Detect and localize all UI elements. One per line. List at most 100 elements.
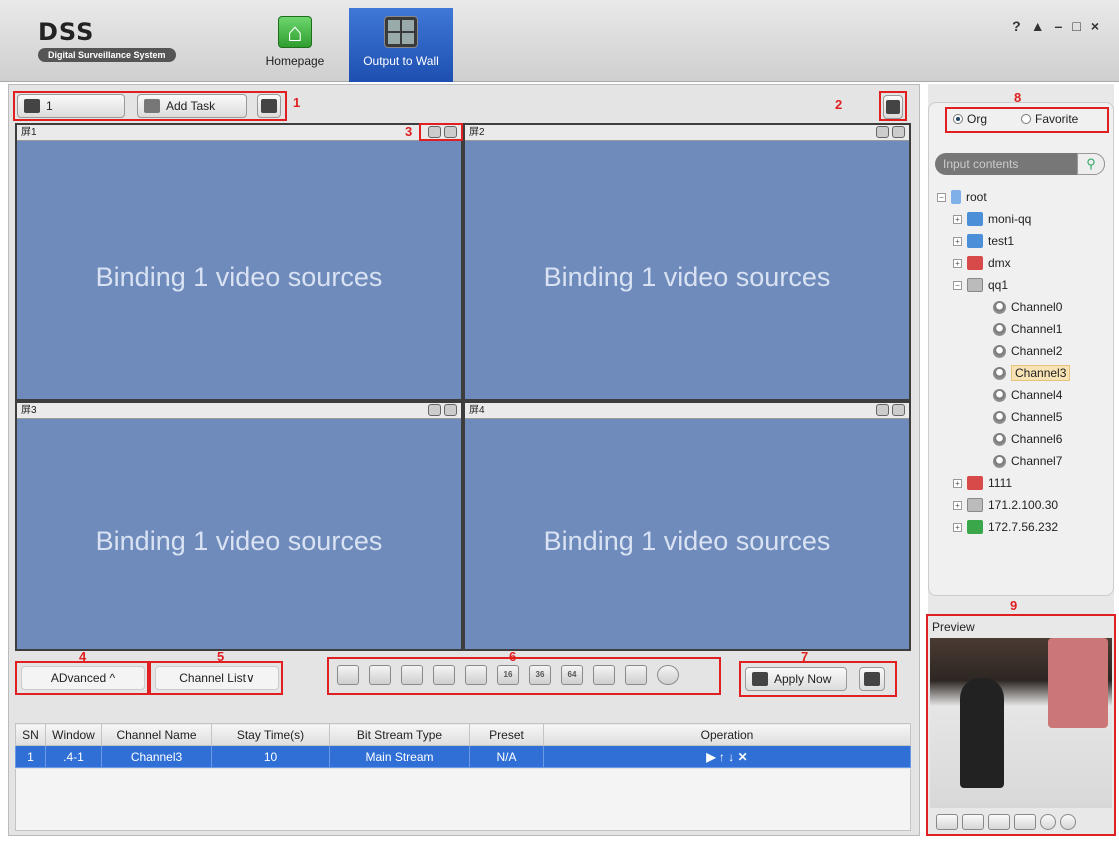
minimize-icon[interactable]: – bbox=[1055, 18, 1073, 34]
tree-node-ip1[interactable]: +171.2.100.30 bbox=[953, 495, 1058, 515]
apply-now-button[interactable]: Apply Now bbox=[745, 667, 847, 691]
table-header-row: SN Window Channel Name Stay Time(s) Bit … bbox=[15, 723, 911, 746]
binding-text: Binding 1 video sources bbox=[543, 526, 831, 556]
power-icon[interactable] bbox=[657, 665, 679, 685]
tree-node-test1[interactable]: + test1 bbox=[953, 231, 1014, 251]
tree-label: qq1 bbox=[988, 278, 1009, 292]
tree-label: Channel1 bbox=[1011, 322, 1063, 336]
close-icon[interactable]: × bbox=[1091, 18, 1109, 34]
screen-settings-icon[interactable] bbox=[444, 404, 457, 416]
preview-video[interactable] bbox=[930, 638, 1112, 808]
clear-screen-button[interactable] bbox=[625, 665, 647, 685]
screen-3[interactable]: 屏3 Binding 1 video sources bbox=[15, 401, 463, 651]
radio-dot-icon bbox=[953, 114, 963, 124]
nav-output-to-wall[interactable]: Output to Wall bbox=[349, 8, 453, 82]
task-table: SN Window Channel Name Stay Time(s) Bit … bbox=[15, 723, 911, 768]
screen-name: 屏4 bbox=[469, 405, 485, 416]
tree-channel[interactable]: Channel4 bbox=[993, 385, 1062, 405]
cell-stream[interactable]: Main Stream bbox=[329, 745, 470, 768]
tree-channel[interactable]: Channel6 bbox=[993, 429, 1062, 449]
marker-2: 2 bbox=[835, 97, 843, 112]
camera-icon bbox=[993, 366, 1006, 380]
screen-4[interactable]: 屏4 Binding 1 video sources bbox=[463, 401, 911, 651]
split-layout-button[interactable] bbox=[883, 95, 903, 119]
col-channel-name: Channel Name bbox=[101, 723, 212, 746]
cell-operation[interactable]: ▶ ↑ ↓ ✕ bbox=[543, 745, 911, 768]
binding-text: Binding 1 video sources bbox=[95, 262, 383, 292]
radio-org[interactable]: Org bbox=[953, 112, 987, 126]
tree-node-moni-qq[interactable]: + moni-qq bbox=[953, 209, 1031, 229]
nav-homepage[interactable]: Homepage bbox=[258, 8, 332, 82]
lock-icon[interactable]: ▲ bbox=[1031, 18, 1055, 34]
screen-settings-icon[interactable] bbox=[892, 404, 905, 416]
search-input[interactable] bbox=[943, 156, 1071, 172]
screen-loop-icon[interactable] bbox=[876, 404, 889, 416]
camera-icon bbox=[993, 432, 1006, 446]
advanced-toggle[interactable]: ADvanced ^ bbox=[21, 666, 145, 690]
layout-64-button[interactable]: 64 bbox=[561, 665, 583, 685]
screen-loop-icon[interactable] bbox=[876, 126, 889, 138]
video-wall-icon bbox=[384, 16, 418, 48]
top-bar: DSS Digital Surveillance System Homepage… bbox=[0, 0, 1119, 82]
tree-node-qq1[interactable]: − qq1 bbox=[953, 275, 1008, 295]
zoom-in-icon[interactable] bbox=[988, 814, 1010, 830]
layout-16-button[interactable]: 16 bbox=[497, 665, 519, 685]
tree-label: 172.7.56.232 bbox=[988, 520, 1059, 534]
col-stay-time[interactable]: Stay Time(s) bbox=[211, 723, 330, 746]
search-icon[interactable]: ⚲ bbox=[1077, 153, 1105, 175]
screen-header: 屏3 bbox=[17, 403, 461, 419]
right-panel: 8 Org Favorite ⚲ −root +moni-qq +test1 +… bbox=[926, 84, 1116, 836]
screen-1[interactable]: 屏1 Binding 1 video sources bbox=[15, 123, 463, 401]
snapshot-icon[interactable] bbox=[936, 814, 958, 830]
nav-homepage-label: Homepage bbox=[265, 54, 325, 68]
record-icon[interactable] bbox=[962, 814, 984, 830]
channel-list-toggle[interactable]: Channel List∨ bbox=[155, 666, 279, 690]
tree-channel[interactable]: Channel5 bbox=[993, 407, 1062, 427]
tree-channel[interactable]: Channel2 bbox=[993, 341, 1062, 361]
tree-label: Channel4 bbox=[1011, 388, 1063, 402]
screen-2[interactable]: 屏2 Binding 1 video sources bbox=[463, 123, 911, 401]
device-icon bbox=[967, 498, 983, 512]
layout-36-button[interactable]: 36 bbox=[529, 665, 551, 685]
zoom-out-icon[interactable] bbox=[1014, 814, 1036, 830]
add-task-button[interactable]: Add Task bbox=[137, 94, 247, 118]
layout-1-button[interactable] bbox=[337, 665, 359, 685]
save-button[interactable] bbox=[257, 94, 281, 118]
tree-node-dmx[interactable]: + dmx bbox=[953, 253, 1011, 273]
layout-9-button[interactable] bbox=[465, 665, 487, 685]
cell-channel: Channel3 bbox=[101, 745, 212, 768]
col-preset: Preset bbox=[469, 723, 544, 746]
help-icon[interactable]: ? bbox=[1012, 18, 1031, 34]
screen-loop-icon[interactable] bbox=[428, 404, 441, 416]
marker-1: 1 bbox=[293, 95, 301, 110]
tree-label: test1 bbox=[988, 234, 1015, 248]
col-bit-stream[interactable]: Bit Stream Type bbox=[329, 723, 470, 746]
tree-node-root[interactable]: − root bbox=[937, 187, 987, 207]
restore-icon[interactable]: □ bbox=[1072, 18, 1090, 34]
network-icon bbox=[967, 234, 983, 248]
table-row[interactable]: 1 .4-1 Channel3 10 Main Stream N/A ▶ ↑ ↓… bbox=[15, 745, 911, 768]
cell-stay[interactable]: 10 bbox=[211, 745, 330, 768]
tree-channel-selected[interactable]: Channel3 bbox=[993, 363, 1071, 383]
tree-channel[interactable]: Channel1 bbox=[993, 319, 1062, 339]
device-icon bbox=[967, 278, 983, 292]
tree-node-ip2[interactable]: +172.7.56.232 bbox=[953, 517, 1058, 537]
layout-8-button[interactable] bbox=[433, 665, 455, 685]
screen-name: 屏2 bbox=[469, 127, 485, 138]
radio-favorite[interactable]: Favorite bbox=[1021, 112, 1078, 126]
screen-settings-icon[interactable] bbox=[892, 126, 905, 138]
talk-icon[interactable] bbox=[1060, 814, 1076, 830]
wall-select-dropdown[interactable]: 1 bbox=[17, 94, 125, 118]
layout-6-button[interactable] bbox=[401, 665, 423, 685]
audio-icon[interactable] bbox=[1040, 814, 1056, 830]
cell-preset: N/A bbox=[469, 745, 544, 768]
tree-channel[interactable]: Channel0 bbox=[993, 297, 1062, 317]
custom-layout-button[interactable] bbox=[593, 665, 615, 685]
layout-4-button[interactable] bbox=[369, 665, 391, 685]
tree-label: Channel3 bbox=[1011, 365, 1071, 381]
tree-channel[interactable]: Channel7 bbox=[993, 451, 1062, 471]
nav-output-to-wall-label: Output to Wall bbox=[363, 54, 439, 68]
wall-layout-button[interactable] bbox=[859, 667, 885, 691]
marker-9: 9 bbox=[1010, 598, 1018, 613]
tree-node-1111[interactable]: +1111 bbox=[953, 473, 1012, 493]
